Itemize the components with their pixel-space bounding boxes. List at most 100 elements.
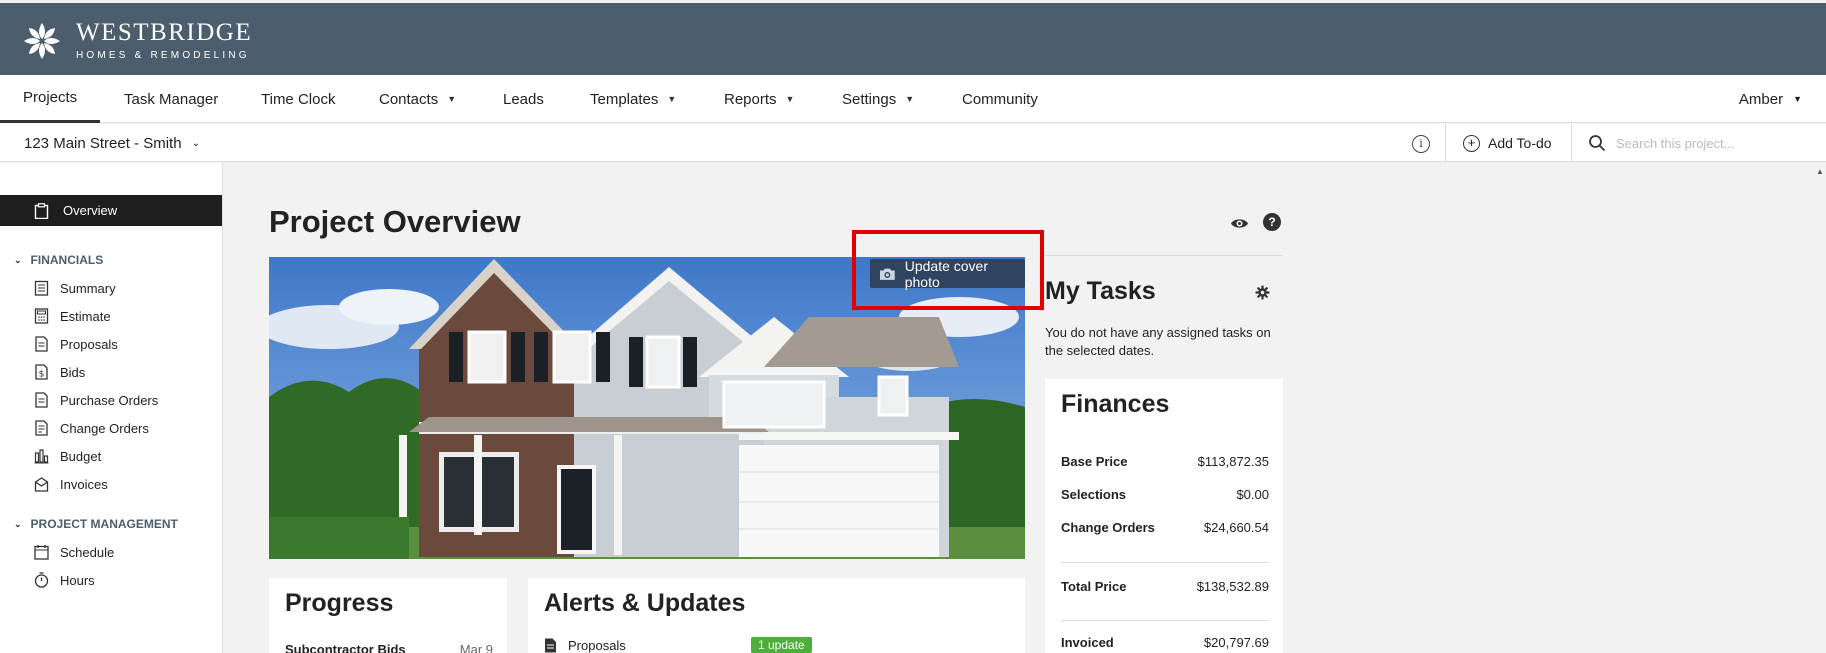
plus-circle-icon: + bbox=[1463, 134, 1480, 152]
nav-task-manager[interactable]: Task Manager bbox=[124, 75, 218, 123]
chevron-down-icon: ⌄ bbox=[191, 137, 200, 149]
sidebar-item-label: Estimate bbox=[60, 308, 111, 324]
alert-label: Proposals bbox=[568, 638, 626, 653]
nav-label: Contacts bbox=[379, 90, 439, 108]
nav-reports[interactable]: Reports ▼ bbox=[724, 75, 794, 123]
alerts-card: Alerts & Updates Proposals 1 update bbox=[528, 578, 1025, 653]
progress-card: Progress Subcontractor Bids Mar 9 bbox=[269, 578, 507, 653]
finance-label: Base Price bbox=[1061, 454, 1128, 469]
sidebar-item-label: Summary bbox=[60, 280, 116, 296]
finances-title: Finances bbox=[1061, 390, 1170, 418]
nav-contacts[interactable]: Contacts ▼ bbox=[379, 75, 456, 123]
sidebar-item-label: Overview bbox=[63, 203, 118, 218]
info-icon[interactable]: i bbox=[1412, 135, 1430, 153]
search-input[interactable] bbox=[1616, 135, 1816, 151]
progress-row[interactable]: Subcontractor Bids Mar 9 bbox=[285, 642, 493, 653]
chevron-down-icon: ▼ bbox=[905, 94, 915, 104]
sidebar-item-proposals[interactable]: Proposals bbox=[34, 333, 118, 355]
change-order-icon bbox=[35, 420, 48, 436]
sidebar-item-label: Purchase Orders bbox=[60, 392, 159, 408]
nav-leads[interactable]: Leads bbox=[503, 75, 544, 123]
scroll-up-icon[interactable]: ▲ bbox=[1816, 167, 1824, 176]
finance-row: Selections $0.00 bbox=[1061, 487, 1269, 502]
brand-logo[interactable]: WESTBRIDGE HOMES & REMODELING bbox=[22, 20, 252, 61]
add-todo-button[interactable]: + Add To-do bbox=[1463, 124, 1552, 162]
sidebar-section-financials[interactable]: ⌄ FINANCIALS bbox=[14, 250, 103, 270]
project-search bbox=[1588, 124, 1816, 162]
add-todo-label: Add To-do bbox=[1488, 135, 1552, 151]
sidebar-item-bids[interactable]: $ Bids bbox=[34, 361, 85, 383]
svg-text:$: $ bbox=[39, 370, 45, 380]
brand-name: WESTBRIDGE bbox=[76, 19, 253, 46]
sidebar-item-purchase-orders[interactable]: Purchase Orders bbox=[34, 389, 158, 411]
finance-value: $0.00 bbox=[1236, 487, 1269, 502]
main-nav: Projects Task Manager Time Clock Contact… bbox=[0, 75, 1826, 123]
calculator-icon bbox=[34, 308, 49, 324]
chevron-down-icon: ▼ bbox=[447, 94, 457, 104]
nav-label: Time Clock bbox=[261, 90, 336, 108]
sidebar-item-change-orders[interactable]: Change Orders bbox=[34, 417, 149, 439]
nav-label: Task Manager bbox=[124, 90, 219, 108]
flower-logo-icon bbox=[24, 22, 60, 59]
chevron-down-icon: ▼ bbox=[1793, 94, 1802, 104]
alerts-title: Alerts & Updates bbox=[544, 589, 746, 617]
document-icon bbox=[545, 638, 556, 653]
sidebar-item-estimate[interactable]: Estimate bbox=[34, 305, 111, 327]
sidebar-item-summary[interactable]: Summary bbox=[34, 277, 116, 299]
eye-icon[interactable] bbox=[1230, 214, 1249, 233]
chevron-down-icon: ⌄ bbox=[14, 254, 22, 265]
nav-label: Templates bbox=[590, 90, 659, 108]
help-icon[interactable]: ? bbox=[1263, 213, 1281, 231]
sidebar-item-label: Invoices bbox=[60, 476, 108, 492]
sidebar-section-project-management[interactable]: ⌄ PROJECT MANAGEMENT bbox=[14, 514, 178, 534]
nav-community[interactable]: Community bbox=[962, 75, 1038, 123]
finance-value: $113,872.35 bbox=[1197, 454, 1269, 469]
gear-icon[interactable] bbox=[1255, 285, 1270, 300]
page-title: Project Overview bbox=[269, 204, 521, 239]
sidebar-section-label: PROJECT MANAGEMENT bbox=[30, 517, 178, 531]
progress-date: Mar 9 bbox=[459, 642, 493, 653]
sidebar-section-label: FINANCIALS bbox=[30, 253, 104, 267]
finance-label: Total Price bbox=[1061, 579, 1127, 594]
divider bbox=[1571, 124, 1572, 162]
my-tasks-title: My Tasks bbox=[1045, 277, 1156, 305]
sidebar-item-invoices[interactable]: Invoices bbox=[34, 473, 108, 495]
sidebar-item-overview[interactable]: Overview bbox=[0, 195, 222, 226]
finances-card: Finances Base Price $113,872.35 Selection… bbox=[1045, 379, 1283, 653]
sidebar-item-label: Proposals bbox=[60, 336, 118, 352]
nav-label: Settings bbox=[842, 90, 897, 108]
nav-label: Community bbox=[962, 90, 1038, 108]
nav-label: Projects bbox=[23, 89, 78, 106]
finance-value: $20,797.69 bbox=[1203, 635, 1269, 650]
project-selector[interactable]: 123 Main Street - Smith ⌄ bbox=[24, 124, 200, 162]
project-toolbar: 123 Main Street - Smith ⌄ i + Add To-do bbox=[0, 124, 1826, 162]
content-scrollbar[interactable] bbox=[1815, 163, 1826, 653]
stopwatch-icon bbox=[34, 572, 49, 588]
brand-tagline: HOMES & REMODELING bbox=[76, 50, 250, 61]
nav-settings[interactable]: Settings ▼ bbox=[842, 75, 914, 123]
annotation-highlight-box bbox=[852, 230, 1044, 310]
user-menu[interactable]: Amber ▼ bbox=[1739, 75, 1802, 123]
finance-label: Invoiced bbox=[1061, 635, 1114, 650]
nav-time-clock[interactable]: Time Clock bbox=[261, 75, 335, 123]
finance-value: $138,532.89 bbox=[1196, 579, 1269, 594]
alert-row[interactable]: Proposals bbox=[544, 638, 626, 653]
sidebar-item-schedule[interactable]: Schedule bbox=[34, 541, 114, 563]
invoice-icon bbox=[34, 477, 49, 492]
sidebar-item-budget[interactable]: Budget bbox=[34, 445, 101, 467]
divider bbox=[1043, 255, 1283, 256]
nav-templates[interactable]: Templates ▼ bbox=[590, 75, 676, 123]
app-header: WESTBRIDGE HOMES & REMODELING bbox=[0, 3, 1826, 75]
sidebar-item-label: Change Orders bbox=[60, 420, 149, 436]
document-icon bbox=[35, 392, 48, 408]
chevron-down-icon: ⌄ bbox=[14, 518, 22, 529]
sidebar: Overview ⌄ FINANCIALS Summary Estimate P… bbox=[0, 163, 223, 653]
finance-label: Selections bbox=[1061, 487, 1127, 502]
finance-row: Total Price $138,532.89 bbox=[1061, 579, 1269, 594]
nav-projects[interactable]: Projects bbox=[0, 75, 100, 123]
calendar-icon bbox=[34, 545, 49, 560]
sidebar-item-hours[interactable]: Hours bbox=[34, 569, 95, 591]
clipboard-icon bbox=[34, 202, 49, 219]
bar-chart-icon bbox=[34, 449, 49, 464]
progress-label: Subcontractor Bids bbox=[285, 642, 406, 653]
